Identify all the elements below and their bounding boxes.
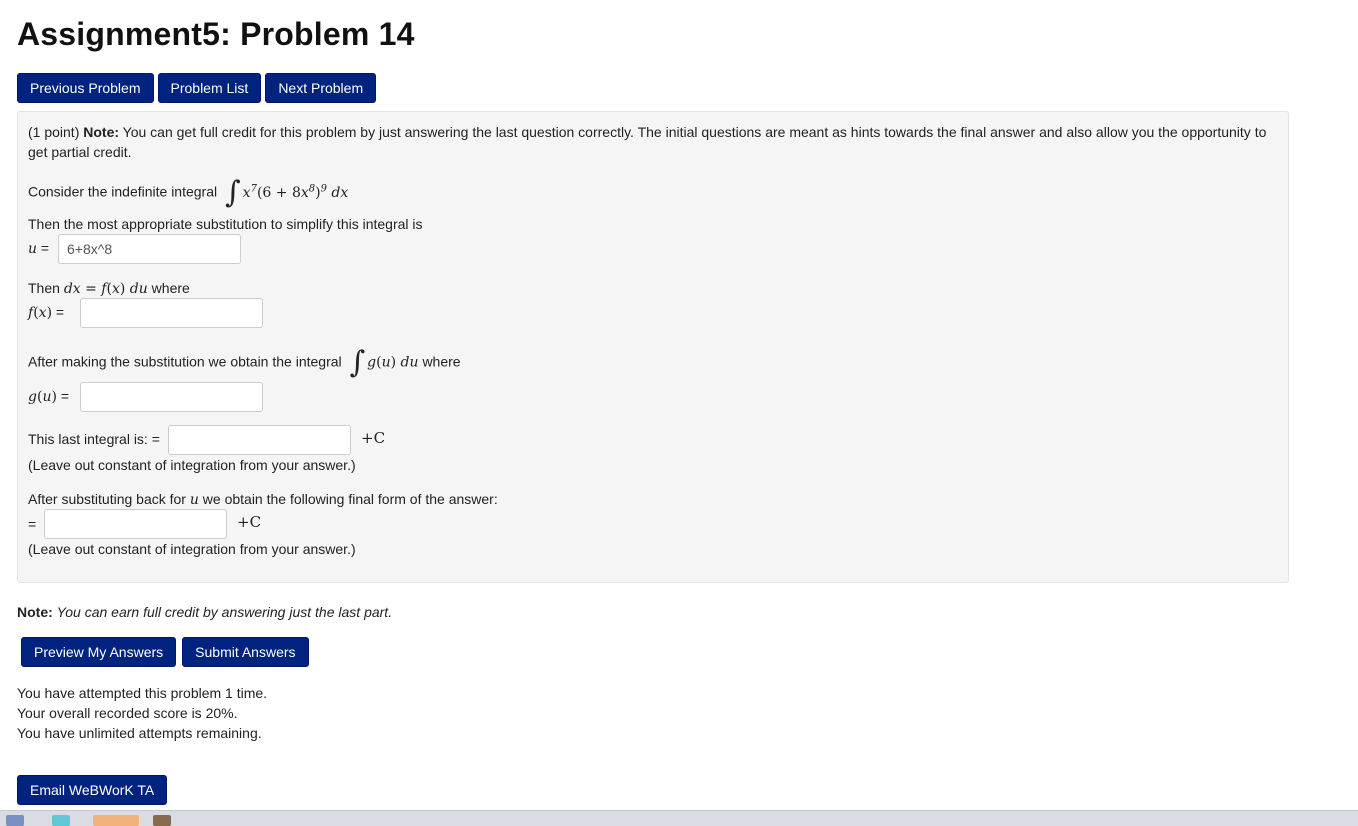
media-icon[interactable] — [52, 815, 70, 826]
attempt-status: You have attempted this problem 1 time. … — [17, 683, 267, 743]
previous-problem-button[interactable]: Previous Problem — [17, 73, 154, 103]
u-equals: = — [40, 240, 50, 256]
next-problem-button[interactable]: Next Problem — [265, 73, 377, 103]
remaining-text: You have unlimited attempts remaining. — [17, 725, 262, 741]
fx-equals: = — [55, 304, 65, 320]
problem-list-button[interactable]: Problem List — [157, 73, 262, 103]
u-answer-input[interactable]: 6+8x^8 — [58, 234, 241, 264]
gu-var: g(u) — [28, 389, 57, 405]
email-section: Email WeBWorK TA — [17, 775, 168, 805]
plus-c-1: +C — [361, 429, 386, 447]
integral-statement: Consider the indefinite integral ∫ x7(6 +… — [28, 178, 348, 208]
after-back-text-2: we obtain the following final form of th… — [202, 491, 498, 507]
integral-expression: x7(6 + 8x8)9 dx — [242, 183, 349, 201]
where-text-1: where — [151, 280, 190, 296]
dx-expression: dx = f(x) du — [63, 281, 148, 297]
fx-label: f(x) = — [28, 302, 64, 323]
u-var: u — [28, 241, 38, 257]
attempts-text: You have attempted this problem 1 time. — [17, 685, 268, 701]
problem-intro: (1 point) Note: You can get full credit … — [28, 122, 1278, 162]
integral-sign: ∫ — [225, 175, 241, 210]
last-integral-text: This last integral is: = — [28, 431, 160, 447]
email-ta-button[interactable]: Email WeBWorK TA — [17, 775, 168, 805]
then-text: Then — [28, 280, 60, 296]
integral-sign-2: ∫ — [349, 345, 366, 380]
package-icon[interactable] — [153, 815, 171, 826]
page-title: Assignment5: Problem 14 — [17, 16, 415, 52]
substitution-text: Then the most appropriate substitution t… — [28, 216, 423, 232]
footer-note-text: You can earn full credit by answering ju… — [56, 604, 393, 620]
back-sub-statement: After substituting back for u we obtain … — [28, 489, 498, 510]
last-integral-input[interactable] — [168, 425, 351, 455]
fx-var: f(x) — [28, 305, 53, 321]
problem-note-text-2: get partial credit. — [28, 144, 132, 160]
dx-statement: Then dx = f(x) du where — [28, 278, 190, 299]
folder-icon[interactable] — [6, 815, 24, 826]
footer-note: Note: You can earn full credit by answer… — [17, 604, 392, 620]
gu-expression: g(u) du — [367, 354, 419, 371]
after-back-text-1: After substituting back for — [28, 491, 186, 507]
final-answer-input[interactable] — [44, 509, 227, 539]
score-text: Your overall recorded score is 20%. — [17, 705, 238, 721]
final-equals: = — [28, 516, 37, 532]
gu-label: g(u) = — [28, 386, 69, 407]
taskbar — [0, 810, 1358, 826]
problem-points: (1 point) — [28, 124, 80, 140]
fx-answer-input[interactable] — [80, 298, 263, 328]
where-text-2: where — [422, 353, 461, 370]
u-label: u = — [28, 238, 49, 259]
problem-nav: Previous Problem Problem List Next Probl… — [17, 73, 377, 103]
answer-actions: Preview My Answers Submit Answers — [21, 637, 309, 667]
leave-out-note-2: (Leave out constant of integration from … — [28, 541, 356, 557]
problem-panel: (1 point) Note: You can get full credit … — [17, 111, 1289, 583]
problem-note-text: You can get full credit for this problem… — [122, 124, 1267, 140]
gu-answer-input[interactable] — [80, 382, 263, 412]
footer-note-label: Note: — [17, 604, 53, 620]
plus-c-2: +C — [237, 513, 262, 531]
after-sub-text: After making the substitution we obtain … — [28, 353, 342, 370]
gu-equals: = — [60, 388, 70, 404]
preview-answers-button[interactable]: Preview My Answers — [21, 637, 177, 667]
problem-note-label: Note: — [83, 124, 120, 140]
submit-answers-button[interactable]: Submit Answers — [182, 637, 309, 667]
app-icon[interactable] — [93, 815, 139, 826]
gu-statement: After making the substitution we obtain … — [28, 348, 461, 378]
consider-text: Consider the indefinite integral — [28, 183, 218, 200]
leave-out-note-1: (Leave out constant of integration from … — [28, 457, 356, 473]
u-var-2: u — [189, 492, 199, 508]
